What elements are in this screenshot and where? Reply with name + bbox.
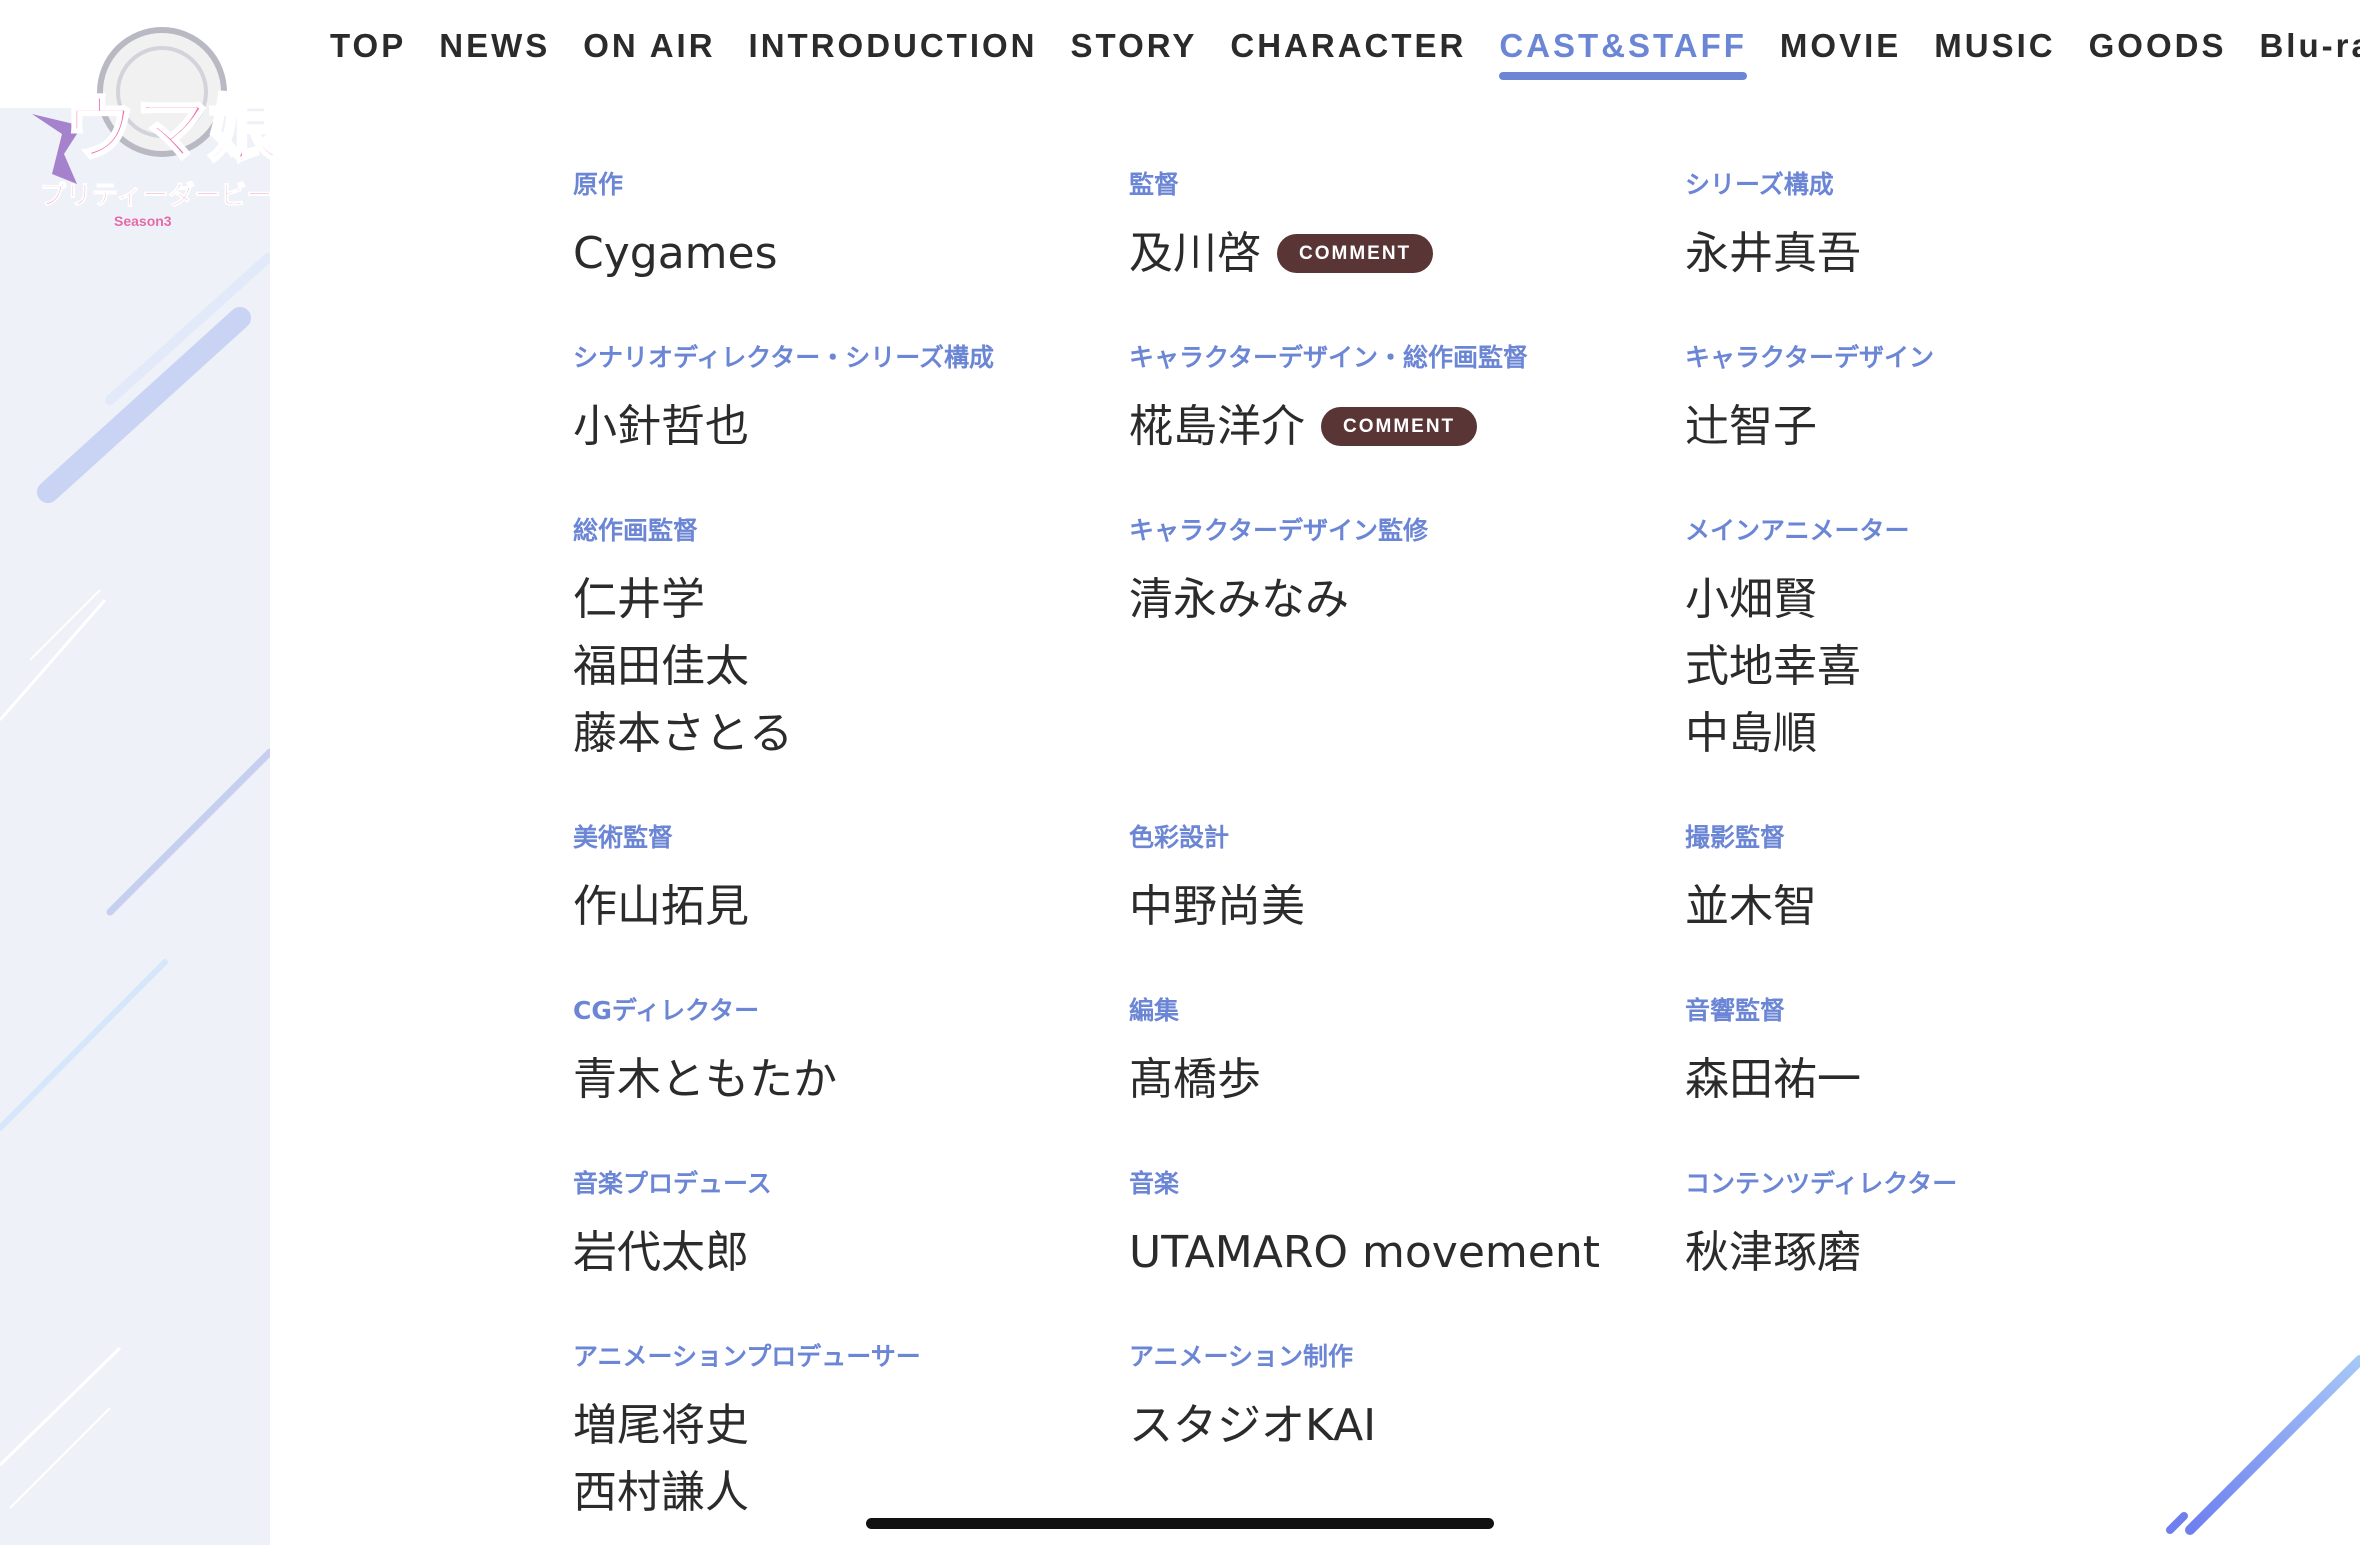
staff-role: アニメーション制作 [1129, 1342, 1354, 1371]
staff-entry: シリーズ構成 永井真吾 [1685, 172, 2223, 287]
nav-blu-ray[interactable]: Blu-ray [2259, 23, 2360, 68]
site-logo[interactable]: ウマ娘 プリティーダービー Season3 [22, 14, 282, 234]
logo-season: Season3 [114, 213, 172, 229]
global-nav: TOP NEWS ON AIR INTRODUCTION STORY CHARA… [330, 0, 2360, 90]
staff-name: 清永みなみ [1129, 574, 1349, 625]
staff-name: 青木ともたか [573, 1054, 837, 1105]
staff-entry: キャラクターデザイン監修 清永みなみ [1129, 518, 1685, 767]
staff-entry: キャラクターデザイン 辻智子 [1685, 345, 2223, 460]
staff-role: キャラクターデザイン監修 [1129, 516, 1429, 545]
staff-name: 仁井学 [573, 574, 705, 625]
staff-role: CGディレクター [573, 996, 760, 1025]
staff-role: シリーズ構成 [1685, 170, 1834, 199]
staff-role: 総作画監督 [573, 516, 699, 545]
staff-name: 作山拓見 [573, 881, 749, 932]
staff-name: 中島順 [1685, 708, 1817, 759]
logo-title: ウマ娘 [64, 87, 280, 171]
staff-role: 音楽プロデュース [573, 1169, 772, 1198]
nav-cast-staff[interactable]: CAST&STAFF [1499, 23, 1747, 80]
staff-entry: 色彩設計 中野尚美 [1129, 825, 1685, 940]
staff-entry: CGディレクター 青木ともたか [573, 998, 1129, 1113]
staff-name: 永井真吾 [1685, 228, 1861, 279]
staff-entry: アニメーション制作 スタジオKAI [1129, 1344, 1685, 1526]
staff-entry: 原作 Cygames [573, 172, 1129, 287]
staff-entry: アニメーションプロデューサー 増尾将史 西村謙人 [573, 1344, 1129, 1526]
nav-introduction[interactable]: INTRODUCTION [749, 23, 1038, 68]
staff-role: キャラクターデザイン [1685, 343, 1935, 372]
staff-entry: 監督 及川啓 COMMENT [1129, 172, 1685, 287]
staff-name: 椛島洋介 [1129, 401, 1305, 452]
nav-music[interactable]: MUSIC [1934, 23, 2055, 68]
comment-button[interactable]: COMMENT [1277, 234, 1434, 273]
staff-name: スタジオKAI [1129, 1400, 1377, 1451]
staff-role: 音響監督 [1685, 996, 1786, 1025]
staff-role: コンテンツディレクター [1685, 1169, 1958, 1198]
staff-role: 原作 [573, 170, 624, 199]
sidebar-background [0, 108, 270, 1545]
staff-role: シナリオディレクター・シリーズ構成 [573, 343, 995, 372]
nav-goods[interactable]: GOODS [2089, 23, 2227, 68]
staff-entry: 音響監督 森田祐一 [1685, 998, 2223, 1113]
logo-subtitle: プリティーダービー [40, 180, 272, 211]
staff-role: 撮影監督 [1685, 823, 1786, 852]
staff-name: 増尾将史 [573, 1400, 749, 1451]
staff-name: 中野尚美 [1129, 881, 1305, 932]
staff-name: UTAMARO movement [1129, 1227, 1600, 1278]
staff-entry: メインアニメーター 小畑賢 式地幸喜 中島順 [1685, 518, 2223, 767]
staff-role: キャラクターデザイン・総作画監督 [1129, 343, 1529, 372]
nav-news[interactable]: NEWS [439, 23, 550, 68]
staff-name: Cygames [573, 228, 778, 279]
staff-entry: 音楽 UTAMARO movement [1129, 1171, 1685, 1286]
staff-entry: 編集 髙橋歩 [1129, 998, 1685, 1113]
staff-role: メインアニメーター [1685, 516, 1910, 545]
staff-name: 秋津琢磨 [1685, 1227, 1861, 1278]
home-indicator[interactable] [866, 1518, 1494, 1529]
staff-entry: 撮影監督 並木智 [1685, 825, 2223, 940]
staff-name: 小畑賢 [1685, 574, 1817, 625]
nav-movie[interactable]: MOVIE [1780, 23, 1901, 68]
staff-entry: キャラクターデザイン・総作画監督 椛島洋介 COMMENT [1129, 345, 1685, 460]
nav-character[interactable]: CHARACTER [1230, 23, 1466, 68]
staff-role: 美術監督 [573, 823, 674, 852]
nav-top[interactable]: TOP [330, 23, 406, 68]
staff-role: 編集 [1129, 996, 1180, 1025]
staff-role: 色彩設計 [1129, 823, 1230, 852]
staff-name: 小針哲也 [573, 401, 749, 452]
staff-name: 辻智子 [1685, 401, 1817, 452]
staff-name: 森田祐一 [1685, 1054, 1861, 1105]
staff-name: 西村謙人 [573, 1467, 749, 1518]
staff-name: 式地幸喜 [1685, 641, 1861, 692]
nav-on-air[interactable]: ON AIR [583, 23, 715, 68]
staff-entry: 総作画監督 仁井学 福田佳太 藤本さとる [573, 518, 1129, 767]
staff-entry: 美術監督 作山拓見 [573, 825, 1129, 940]
nav-story[interactable]: STORY [1071, 23, 1198, 68]
staff-name: 並木智 [1685, 881, 1817, 932]
staff-name: 及川啓 [1129, 228, 1261, 279]
staff-name: 髙橋歩 [1129, 1054, 1261, 1105]
staff-role: 監督 [1129, 170, 1180, 199]
staff-role: アニメーションプロデューサー [573, 1342, 921, 1371]
staff-entry: コンテンツディレクター 秋津琢磨 [1685, 1171, 2223, 1286]
staff-role: 音楽 [1129, 1169, 1180, 1198]
staff-name: 福田佳太 [573, 641, 749, 692]
comment-button[interactable]: COMMENT [1321, 407, 1478, 446]
staff-entry: 音楽プロデュース 岩代太郎 [573, 1171, 1129, 1286]
staff-entry: シナリオディレクター・シリーズ構成 小針哲也 [573, 345, 1129, 460]
staff-list: 原作 Cygames 監督 及川啓 COMMENT シリーズ構成 永井真吾 シナ… [573, 172, 2223, 1526]
staff-name: 藤本さとる [573, 708, 793, 759]
staff-name: 岩代太郎 [573, 1227, 749, 1278]
